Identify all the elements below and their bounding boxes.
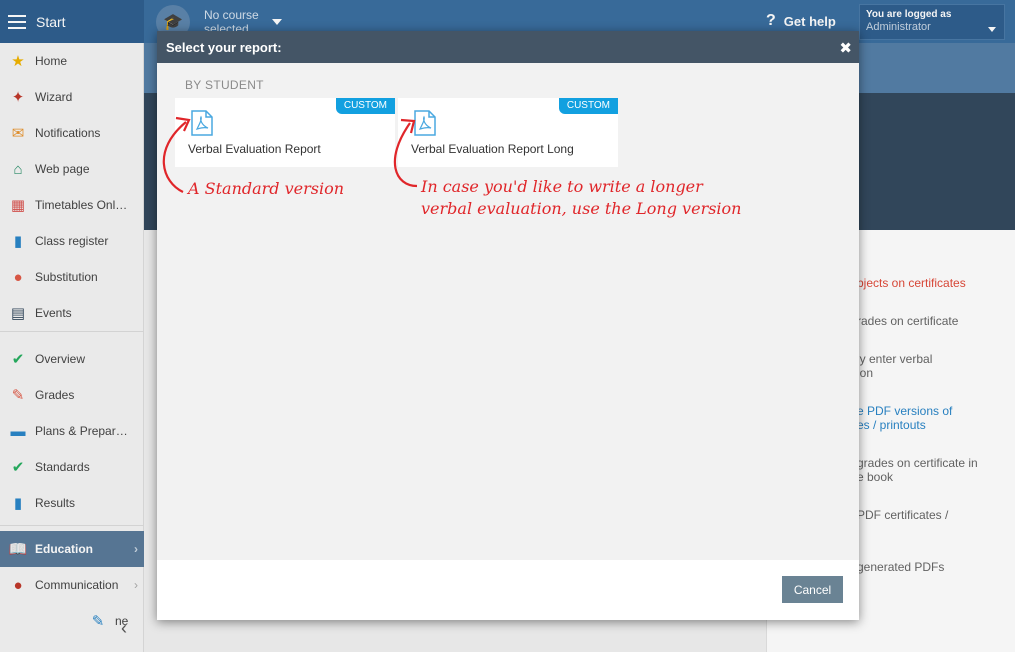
- close-icon[interactable]: ✖: [839, 39, 852, 57]
- report-name: Verbal Evaluation Report Long: [411, 142, 574, 156]
- custom-badge: CUSTOM: [335, 98, 395, 114]
- pdf-file-icon: [414, 110, 436, 136]
- custom-badge: CUSTOM: [558, 98, 618, 114]
- pdf-file-icon: [191, 110, 213, 136]
- annotation-standard: A Standard version: [188, 179, 345, 198]
- report-name: Verbal Evaluation Report: [188, 142, 321, 156]
- select-report-dialog: Select your report: ✖ BY STUDENT CUSTOM …: [157, 31, 859, 620]
- report-card-long[interactable]: CUSTOM Verbal Evaluation Report Long: [398, 98, 618, 167]
- annotation-long-line2: verbal evaluation, use the Long version: [421, 199, 742, 218]
- cancel-button[interactable]: Cancel: [782, 576, 843, 603]
- dialog-title: Select your report:: [166, 39, 282, 55]
- dialog-footer: [157, 560, 859, 620]
- section-label: BY STUDENT: [185, 78, 264, 92]
- annotation-long-line1: In case you'd like to write a longer: [421, 177, 703, 196]
- dialog-header: Select your report: ✖: [157, 31, 859, 63]
- report-card-standard[interactable]: CUSTOM Verbal Evaluation Report: [175, 98, 395, 167]
